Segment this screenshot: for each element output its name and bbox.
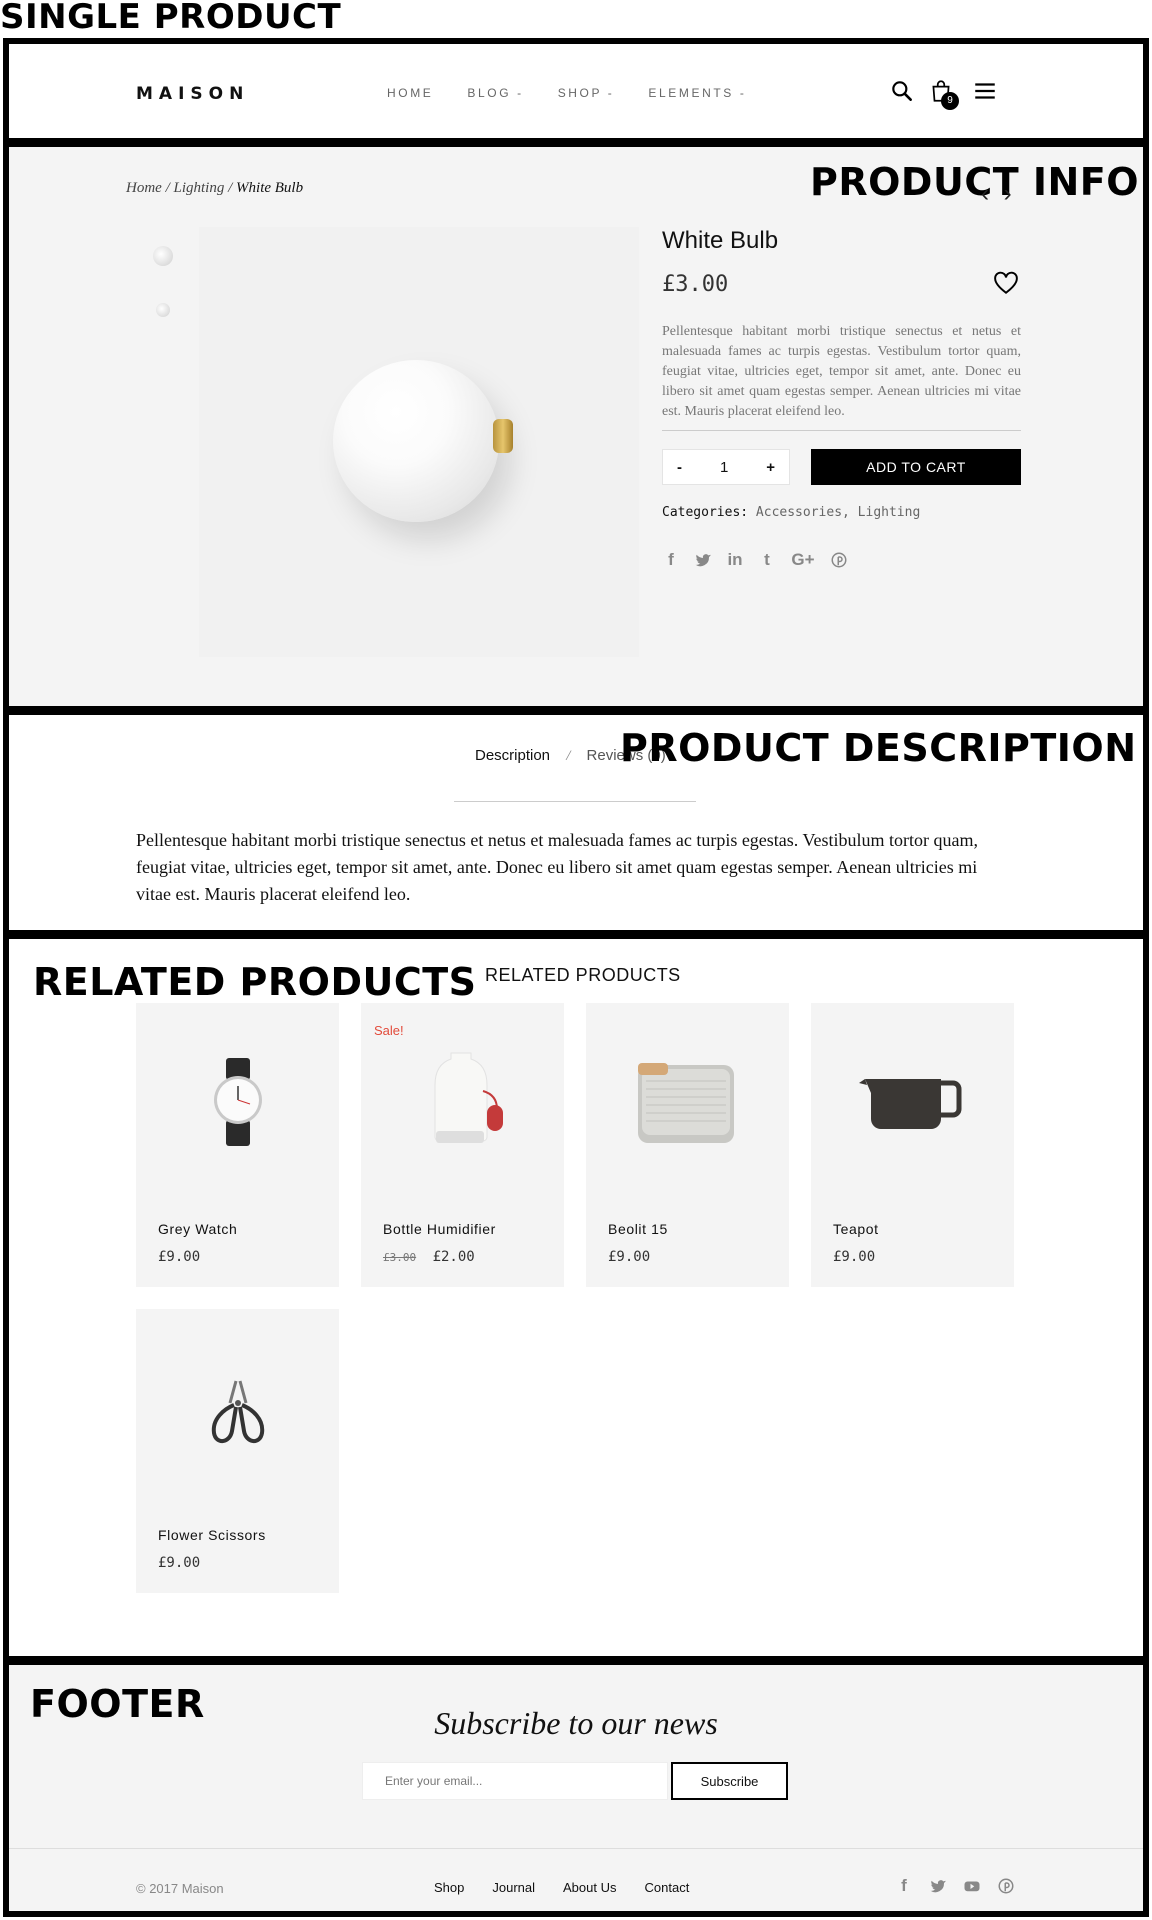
footer-link-about[interactable]: About Us [563,1880,616,1895]
youtube-icon[interactable] [963,1877,981,1895]
product-name[interactable]: Grey Watch [158,1221,237,1237]
label-product-info: PRODUCT INFO [810,160,1140,204]
product-nav-arrows[interactable]: ‹ › [981,180,1016,208]
breadcrumb-lighting[interactable]: Lighting [174,180,225,196]
quantity-stepper: - 1 + [662,449,790,485]
product-card[interactable]: Beolit 15 £9.00 [586,1003,789,1287]
label-single-product: SINGLE PRODUCT [0,0,342,37]
google-plus-icon[interactable]: G+ [790,551,816,569]
nav-shop[interactable]: SHOP - [558,86,615,100]
menu-icon[interactable] [972,78,998,104]
product-price: £9.00 [158,1555,201,1571]
qty-plus-button[interactable]: + [766,459,775,476]
breadcrumb-current: White Bulb [236,180,304,196]
related-products-section: RELATED PRODUCTS RELATED PRODUCTS Grey W… [3,933,1149,1662]
product-categories: Categories: Accessories, Lighting [662,505,920,520]
bulb-cap-image [493,419,513,453]
product-short-description: Pellentesque habitant morbi tristique se… [662,324,1021,419]
product-description-section: Description / Reviews (0) PRODUCT DESCRI… [3,709,1149,936]
product-name[interactable]: Flower Scissors [158,1527,266,1543]
footer-links: Shop Journal About Us Contact [434,1880,689,1895]
qty-minus-button[interactable]: - [677,459,682,476]
search-icon[interactable] [889,78,915,104]
breadcrumb-separator: / [165,180,170,196]
footer-link-shop[interactable]: Shop [434,1880,464,1895]
speaker-image [638,1063,734,1143]
product-card[interactable]: Grey Watch £9.00 [136,1003,339,1287]
label-related-products: RELATED PRODUCTS [33,960,477,1004]
qty-value[interactable]: 1 [720,459,728,476]
product-card[interactable]: Teapot £9.00 [811,1003,1014,1287]
product-name[interactable]: Teapot [833,1221,879,1237]
sale-badge: Sale! [374,1023,404,1038]
product-info-section: Home / Lighting / White Bulb PRODUCT INF… [3,141,1149,712]
categories-label: Categories: [662,505,749,520]
site-header: MAISON HOME BLOG - SHOP - ELEMENTS - 9 [3,38,1149,144]
product-price: £9.00 [158,1249,201,1265]
add-to-cart-button[interactable]: ADD TO CART [811,449,1021,485]
sale-price: £2.00 [432,1249,475,1265]
pinterest-icon[interactable] [830,551,848,569]
product-price: £3.00 £2.00 [383,1249,475,1265]
product-card[interactable]: Flower Scissors £9.00 [136,1309,339,1593]
categories-value[interactable]: Accessories, Lighting [756,505,920,520]
thumbnail-1[interactable] [153,246,173,266]
linkedin-icon[interactable]: in [726,551,744,569]
humidifier-image [434,1052,503,1143]
product-card[interactable]: Sale! Bottle Humidifier £3.00 £2.00 [361,1003,564,1287]
divider [662,430,1021,431]
tab-underline [454,801,696,802]
bulb-image [333,360,499,522]
related-products-title: RELATED PRODUCTS [485,965,681,985]
watch-image [214,1058,262,1146]
nav-blog[interactable]: BLOG - [467,86,523,100]
product-name[interactable]: Bottle Humidifier [383,1221,496,1237]
product-name[interactable]: Beolit 15 [608,1221,668,1237]
email-field[interactable] [362,1762,668,1800]
tab-description[interactable]: Description [475,747,550,764]
scissors-image [211,1380,265,1443]
label-product-description: PRODUCT DESCRIPTION [620,726,1137,770]
tumblr-icon[interactable]: t [758,551,776,569]
tab-separator: / [566,748,571,764]
cart-count-badge: 9 [941,92,959,110]
teapot-image [859,1079,962,1129]
footer-link-journal[interactable]: Journal [492,1880,535,1895]
product-price: £9.00 [833,1249,876,1265]
main-nav: HOME BLOG - SHOP - ELEMENTS - [387,86,780,100]
product-price: £3.00 [662,272,729,297]
copyright: © 2017 Maison [136,1881,224,1896]
product-title: White Bulb [662,227,779,254]
heart-icon[interactable] [993,271,1019,295]
facebook-icon[interactable]: f [662,551,680,569]
facebook-icon[interactable]: f [895,1877,913,1895]
footer-link-contact[interactable]: Contact [645,1880,690,1895]
nav-home[interactable]: HOME [387,86,433,100]
twitter-icon[interactable] [929,1877,947,1895]
product-long-description: Pellentesque habitant morbi tristique se… [136,830,978,904]
breadcrumb: Home / Lighting / White Bulb [126,180,303,197]
nav-elements[interactable]: ELEMENTS - [648,86,746,100]
pinterest-icon[interactable] [997,1877,1015,1895]
site-footer: FOOTER Subscribe to our news Subscribe ©… [3,1659,1149,1917]
site-logo[interactable]: MAISON [136,84,249,104]
old-price: £3.00 [383,1251,417,1264]
breadcrumb-home[interactable]: Home [126,180,162,196]
subscribe-button[interactable]: Subscribe [671,1762,788,1800]
thumbnail-2[interactable] [156,303,170,317]
footer-social: f [895,1877,1015,1895]
subscribe-title: Subscribe to our news [434,1705,718,1741]
product-price: £9.00 [608,1249,651,1265]
twitter-icon[interactable] [694,551,712,569]
footer-divider [9,1848,1143,1849]
breadcrumb-separator: / [228,180,233,196]
product-share: f in t G+ [662,551,848,569]
